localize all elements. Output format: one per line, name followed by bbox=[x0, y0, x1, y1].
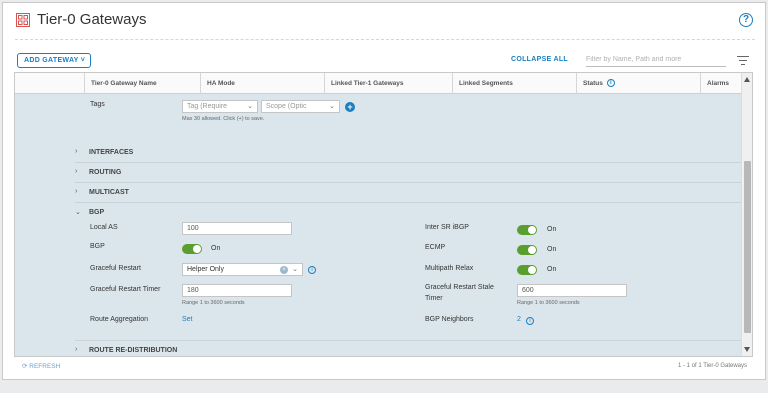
stale-timer-input[interactable]: 600 bbox=[517, 284, 627, 297]
pagination-count: 1 - 1 of 1 Tier-0 Gateways bbox=[677, 363, 747, 369]
section-interfaces[interactable]: › INTERFACES bbox=[75, 143, 742, 163]
graceful-restart-timer-hint: Range 1 to 3600 seconds bbox=[182, 300, 245, 306]
chevron-down-icon: ⌄ bbox=[329, 103, 335, 110]
stale-timer-label-2: Timer bbox=[425, 295, 443, 302]
bgp-state: On bbox=[211, 245, 221, 252]
col-status[interactable]: Status i bbox=[576, 73, 700, 94]
col-alarms[interactable]: Alarms bbox=[700, 73, 742, 94]
bgp-neighbors-label: BGP Neighbors bbox=[425, 316, 474, 323]
divider bbox=[15, 39, 755, 40]
scroll-up-icon[interactable] bbox=[744, 77, 750, 82]
route-aggregation-label: Route Aggregation bbox=[90, 316, 148, 323]
vertical-scrollbar[interactable] bbox=[741, 73, 752, 356]
graceful-restart-select[interactable]: Helper Only × ⌄ bbox=[182, 263, 303, 276]
section-multicast[interactable]: › MULTICAST bbox=[75, 183, 742, 203]
ecmp-state: On bbox=[547, 246, 557, 253]
tag-select[interactable]: Tag (Require ⌄ bbox=[182, 100, 258, 113]
chevron-down-icon: ⌄ bbox=[247, 103, 253, 110]
multipath-relax-state: On bbox=[547, 266, 557, 273]
inter-sr-ibgp-state: On bbox=[547, 226, 557, 233]
section-interfaces-label: INTERFACES bbox=[89, 149, 134, 156]
multipath-relax-label: Multipath Relax bbox=[425, 265, 474, 272]
scope-select[interactable]: Scope (Optic ⌄ bbox=[261, 100, 340, 113]
section-bgp-label: BGP bbox=[89, 209, 105, 216]
gateway-icon bbox=[16, 13, 30, 27]
chevron-right-icon: › bbox=[75, 188, 78, 195]
column-filter-icon[interactable] bbox=[737, 56, 749, 65]
scroll-thumb[interactable] bbox=[744, 161, 751, 333]
col-gateway-name[interactable]: Tier-0 Gateway Name bbox=[84, 73, 200, 94]
local-as-label: Local AS bbox=[90, 224, 118, 231]
col-status-label: Status bbox=[583, 80, 603, 87]
scroll-down-icon[interactable] bbox=[744, 347, 750, 352]
section-routing-label: ROUTING bbox=[89, 169, 122, 176]
refresh-label: REFRESH bbox=[29, 363, 61, 370]
col-ha-mode[interactable]: HA Mode bbox=[200, 73, 324, 94]
tag-select-text: Tag (Require bbox=[187, 103, 228, 110]
title-bar: Tier-0 Gateways ? bbox=[3, 3, 765, 37]
section-route-redistribution-label: ROUTE RE-DISTRIBUTION bbox=[89, 347, 178, 354]
help-icon[interactable]: ? bbox=[739, 13, 753, 27]
tags-label: Tags bbox=[90, 101, 105, 108]
graceful-restart-label: Graceful Restart bbox=[90, 265, 141, 272]
local-as-input[interactable]: 100 bbox=[182, 222, 292, 235]
collapse-all-link[interactable]: COLLAPSE ALL bbox=[511, 56, 568, 63]
scope-select-text: Scope (Optic bbox=[266, 103, 307, 110]
clear-icon[interactable]: × bbox=[280, 266, 288, 274]
refresh-button[interactable]: ⟳ REFRESH bbox=[22, 362, 60, 370]
page-title: Tier-0 Gateways bbox=[37, 11, 147, 28]
filter-input[interactable] bbox=[586, 53, 726, 67]
gateway-grid: Tier-0 Gateway Name HA Mode Linked Tier-… bbox=[14, 72, 753, 357]
graceful-restart-value: Helper Only bbox=[187, 266, 224, 273]
info-icon[interactable]: i bbox=[308, 266, 316, 274]
route-aggregation-set-link[interactable]: Set bbox=[182, 316, 193, 323]
grid-header: Tier-0 Gateway Name HA Mode Linked Tier-… bbox=[15, 73, 742, 94]
section-multicast-label: MULTICAST bbox=[89, 189, 129, 196]
section-routing[interactable]: › ROUTING bbox=[75, 163, 742, 183]
multipath-relax-toggle[interactable] bbox=[517, 265, 537, 275]
chevron-down-icon: ⌄ bbox=[292, 266, 298, 273]
info-icon[interactable]: i bbox=[526, 317, 534, 325]
chevron-right-icon: › bbox=[75, 346, 78, 353]
chevron-right-icon: › bbox=[75, 148, 78, 155]
col-linked-tier1[interactable]: Linked Tier-1 Gateways bbox=[324, 73, 452, 94]
ecmp-toggle[interactable] bbox=[517, 245, 537, 255]
section-route-redistribution[interactable]: › ROUTE RE-DISTRIBUTION bbox=[75, 340, 742, 356]
tags-hint: Max 30 allowed. Click (+) to save. bbox=[182, 116, 265, 122]
stale-timer-label: Graceful Restart Stale bbox=[425, 284, 494, 291]
stale-timer-hint: Range 1 to 3600 seconds bbox=[517, 300, 580, 306]
info-icon[interactable]: i bbox=[606, 79, 615, 88]
add-tag-icon[interactable]: + bbox=[345, 102, 355, 112]
bgp-toggle[interactable] bbox=[182, 244, 202, 254]
chevron-right-icon: › bbox=[75, 168, 78, 175]
bgp-label: BGP bbox=[90, 243, 105, 250]
bgp-neighbors-link[interactable]: 2 bbox=[517, 316, 521, 323]
inter-sr-ibgp-label: Inter SR iBGP bbox=[425, 224, 469, 231]
col-linked-segments[interactable]: Linked Segments bbox=[452, 73, 576, 94]
add-gateway-button[interactable]: ADD GATEWAY ˅ bbox=[17, 53, 91, 68]
inter-sr-ibgp-toggle[interactable] bbox=[517, 225, 537, 235]
grid-footer: ⟳ REFRESH 1 - 1 of 1 Tier-0 Gateways bbox=[14, 358, 753, 376]
ecmp-label: ECMP bbox=[425, 244, 446, 251]
graceful-restart-timer-input[interactable]: 180 bbox=[182, 284, 292, 297]
chevron-down-icon: ⌄ bbox=[75, 209, 81, 216]
section-bgp[interactable]: ⌄ BGP bbox=[75, 203, 742, 223]
graceful-restart-timer-label: Graceful Restart Timer bbox=[90, 286, 161, 293]
